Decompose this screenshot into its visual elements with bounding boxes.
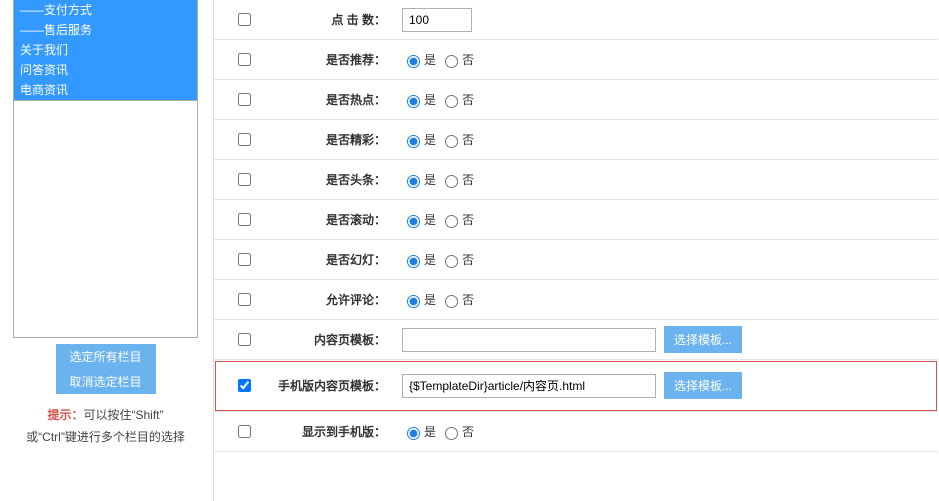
tip-prefix: 提示： [47,408,83,422]
row-template: 内容页模板： 选择模板... [214,320,938,360]
radio-group: 是 否 [402,211,476,228]
row-hits: 点 击 数： [214,0,938,40]
radio-yes[interactable] [407,175,420,188]
row-checkbox[interactable] [238,173,251,186]
radio-group: 是 否 [402,251,476,268]
radio-no[interactable] [445,175,458,188]
sidebar: ——支付方式 ——售后服务 关于我们 问答资讯 电商资讯 选定所有栏目 取消选定… [13,0,198,448]
row-checkbox[interactable] [238,425,251,438]
row-label: 是否幻灯： [274,251,390,268]
radio-yes[interactable] [407,55,420,68]
row-label: 是否推荐： [274,51,390,68]
radio-no[interactable] [445,135,458,148]
category-item[interactable]: 关于我们 [14,40,197,60]
row-checkbox[interactable] [238,53,251,66]
row-label: 内容页模板： [274,331,390,348]
category-item[interactable]: 电商资讯 [14,80,197,100]
category-item[interactable]: ——支付方式 [14,0,197,20]
row-recommend: 是否推荐： 是 否 [214,40,938,80]
radio-yes[interactable] [407,295,420,308]
row-label: 是否精彩： [274,131,390,148]
row-checkbox[interactable] [238,133,251,146]
radio-group: 是 否 [402,171,476,188]
row-best: 是否精彩： 是 否 [214,120,938,160]
category-listbox[interactable]: ——支付方式 ——售后服务 关于我们 问答资讯 电商资讯 [13,0,198,101]
mobile-template-input[interactable] [402,374,656,398]
radio-group: 是 否 [402,91,476,108]
tip-text: 提示：可以按住“Shift” 或“Ctrl”键进行多个栏目的选择 [13,404,198,448]
choose-template-button[interactable]: 选择模板... [664,372,742,399]
radio-yes[interactable] [407,427,420,440]
select-all-button[interactable]: 选定所有栏目 [56,344,156,369]
row-checkbox[interactable] [238,213,251,226]
row-label: 允许评论： [274,291,390,308]
row-headline: 是否头条： 是 否 [214,160,938,200]
row-label: 是否热点： [274,91,390,108]
row-scroll: 是否滚动： 是 否 [214,200,938,240]
radio-no[interactable] [445,95,458,108]
row-label: 显示到手机版： [274,423,390,440]
row-checkbox[interactable] [238,379,251,392]
radio-no[interactable] [445,427,458,440]
radio-yes[interactable] [407,255,420,268]
row-slide: 是否幻灯： 是 否 [214,240,938,280]
row-label: 是否头条： [274,171,390,188]
choose-template-button[interactable]: 选择模板... [664,326,742,353]
radio-yes[interactable] [407,95,420,108]
row-label: 点 击 数： [274,11,390,28]
hits-input[interactable] [402,8,472,32]
row-checkbox[interactable] [238,333,251,346]
radio-group: 是 否 [402,423,476,440]
radio-no[interactable] [445,255,458,268]
row-checkbox[interactable] [238,293,251,306]
radio-group: 是 否 [402,131,476,148]
radio-group: 是 否 [402,291,476,308]
row-comment: 允许评论： 是 否 [214,280,938,320]
row-checkbox[interactable] [238,93,251,106]
row-hot: 是否热点： 是 否 [214,80,938,120]
deselect-button[interactable]: 取消选定栏目 [56,369,156,394]
category-item[interactable]: 问答资讯 [14,60,197,80]
category-listbox-empty [13,101,198,338]
radio-no[interactable] [445,55,458,68]
radio-no[interactable] [445,295,458,308]
category-item[interactable]: ——售后服务 [14,20,197,40]
radio-yes[interactable] [407,215,420,228]
radio-group: 是 否 [402,51,476,68]
row-label: 是否滚动： [274,211,390,228]
radio-no[interactable] [445,215,458,228]
template-input[interactable] [402,328,656,352]
radio-yes[interactable] [407,135,420,148]
form-area: 点 击 数： 是否推荐： 是 否 是否热点： 是 否 是否精彩： [213,0,938,501]
row-show-mobile: 显示到手机版： 是 否 [214,412,938,452]
row-checkbox[interactable] [238,253,251,266]
row-label: 手机版内容页模板： [274,377,390,394]
row-mobile-template: 手机版内容页模板： 选择模板... [214,360,938,412]
row-checkbox[interactable] [238,13,251,26]
